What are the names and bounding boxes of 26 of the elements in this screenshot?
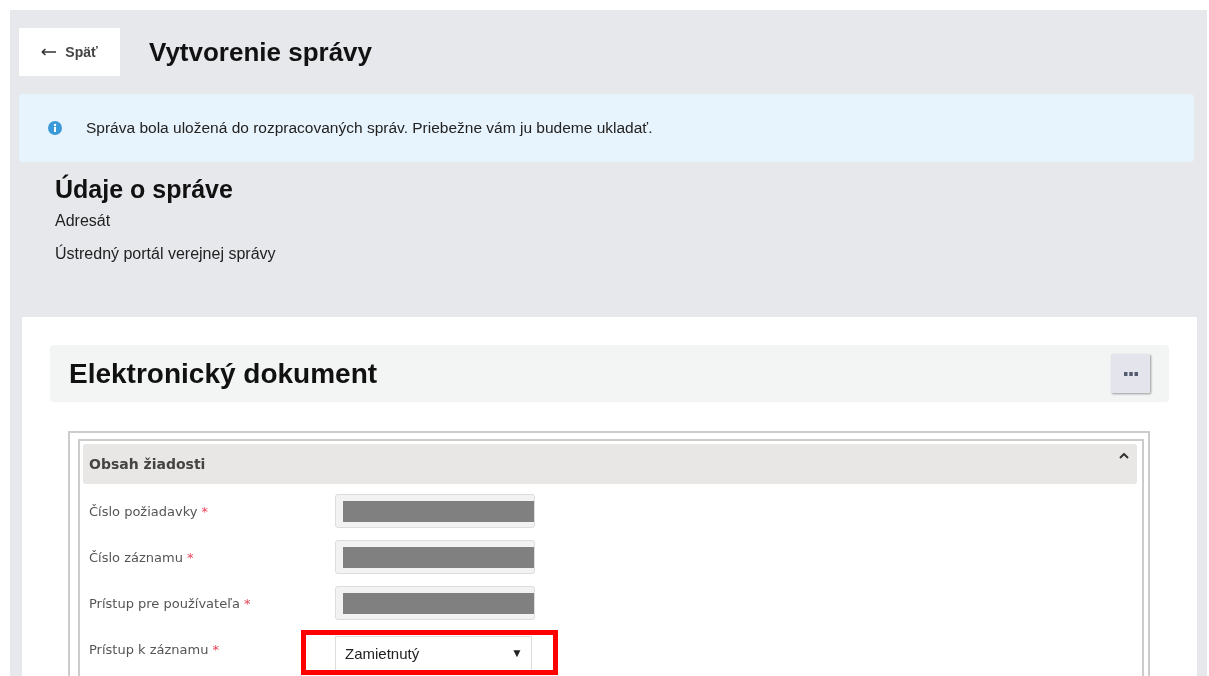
select-field[interactable]: Zamietnutý ▼: [335, 635, 532, 670]
required-marker: *: [186, 549, 194, 565]
input-field[interactable]: [335, 540, 535, 574]
field-label: Prístup k záznamu: [89, 641, 209, 657]
section-title: Obsah žiadosti: [89, 456, 206, 472]
input-field[interactable]: [335, 586, 535, 620]
page-title: Vytvorenie správy: [149, 36, 373, 68]
required-marker: *: [212, 641, 219, 657]
field-label: Číslo záznamu: [89, 549, 183, 565]
document-title: Elektronický dokument: [69, 357, 378, 390]
more-button[interactable]: [1111, 354, 1150, 393]
alert-message: Správa bola uložená do rozpracovaných správ. Priebežne vám ju budeme ukladať.: [86, 119, 653, 137]
chevron-icon[interactable]: [1119, 453, 1129, 459]
field-label: Prístup pre používateľa: [89, 595, 240, 611]
info-icon: [48, 121, 62, 135]
recipient-label: Adresát: [55, 212, 112, 230]
back-button[interactable]: Späť: [19, 28, 120, 76]
required-marker: *: [244, 595, 251, 611]
field-label: Číslo požiadavky: [89, 503, 198, 519]
recipient-value: Ústredný portál verejnej správy: [55, 245, 277, 263]
section-heading: Údaje o správe: [55, 174, 234, 204]
required-marker: *: [201, 503, 208, 519]
more-icon: [1123, 371, 1138, 376]
arrow-left-icon: [41, 48, 58, 56]
section-header[interactable]: Obsah žiadosti: [83, 444, 1137, 484]
input-field[interactable]: [335, 494, 535, 528]
